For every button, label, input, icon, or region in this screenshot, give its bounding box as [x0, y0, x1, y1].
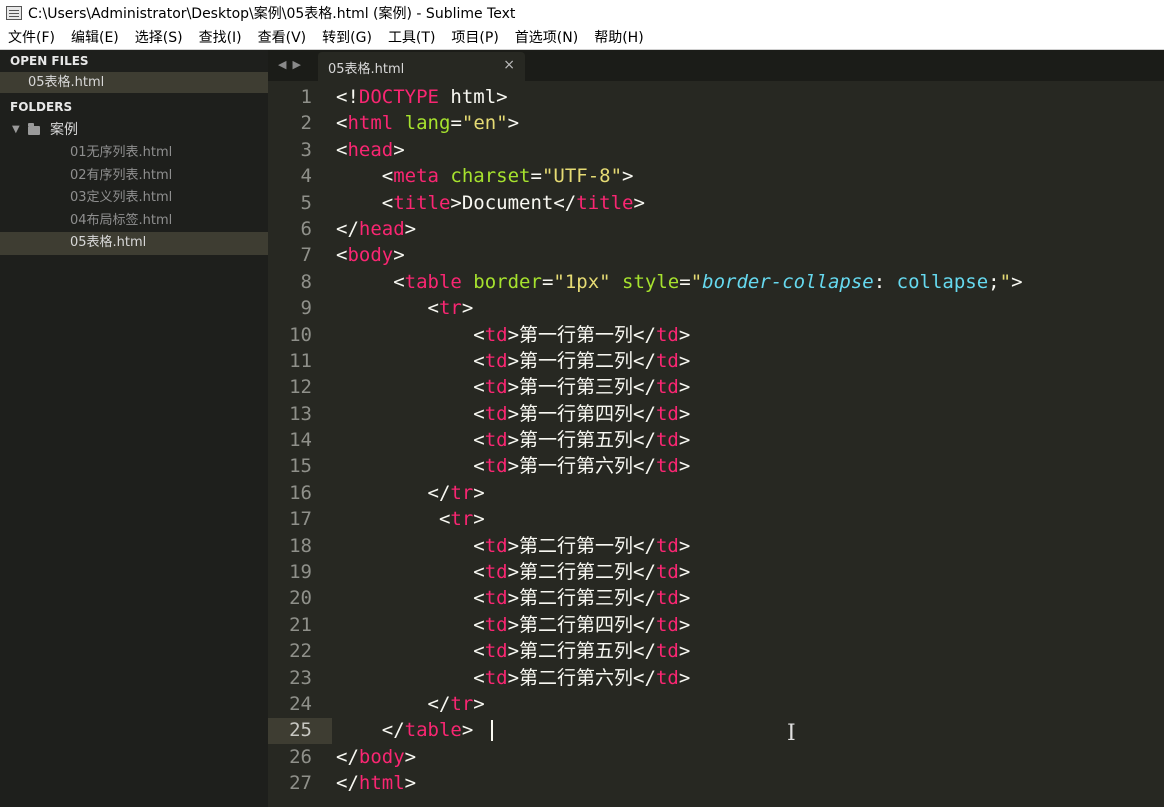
line-number: 2: [300, 112, 312, 135]
tab-bar: ◀▶ 05表格.html ×: [268, 50, 1164, 81]
line-number: 21: [289, 613, 312, 636]
line-number: 1: [300, 86, 312, 108]
code-line[interactable]: <td>第二行第一列</td>: [336, 533, 1164, 559]
code-line[interactable]: <tr>: [336, 295, 1164, 321]
line-number: 18: [289, 534, 312, 557]
line-number-gutter: 1 2 3 4 5 6 7 8 9 10 11 12 13 14 15 16 17 18 19 20 21 22 23 24 2…: [268, 84, 312, 797]
line-number: 22: [289, 640, 312, 663]
line-number: 27: [289, 772, 312, 795]
line-number: 16: [289, 481, 312, 504]
folder-label: 案例: [50, 122, 78, 138]
open-files-header: OPEN FILES: [10, 54, 89, 68]
code-line[interactable]: </table>: [336, 717, 1164, 743]
code-line[interactable]: <body>: [336, 242, 1164, 268]
line-number: 7: [300, 244, 312, 267]
sidebar-file-item[interactable]: 01无序列表.html: [0, 142, 268, 165]
code-area[interactable]: <!DOCTYPE html> <html lang="en"> <head> <m…: [336, 84, 1164, 797]
line-number: 26: [289, 745, 312, 768]
line-number: 4: [300, 165, 312, 188]
sidebar-file-item[interactable]: 04布局标签.html: [0, 210, 268, 233]
code-line[interactable]: <td>第二行第六列</td>: [336, 665, 1164, 691]
line-number: 23: [289, 666, 312, 689]
line-number: 10: [289, 323, 312, 346]
menu-view[interactable]: 查看(V): [250, 27, 315, 47]
line-number: 15: [289, 455, 312, 478]
line-number: 14: [289, 429, 312, 452]
line-number: 25: [289, 719, 312, 742]
tab-05-table[interactable]: 05表格.html ×: [318, 52, 525, 81]
menu-preferences[interactable]: 首选项(N): [507, 27, 586, 47]
folder-icon: [28, 122, 40, 135]
code-line[interactable]: <td>第二行第三列</td>: [336, 585, 1164, 611]
title-bar: C:\Users\Administrator\Desktop\案例\05表格.h…: [0, 0, 1164, 25]
menu-tools[interactable]: 工具(T): [380, 27, 443, 47]
code-line[interactable]: <meta charset="UTF-8">: [336, 163, 1164, 189]
code-line[interactable]: <table border="1px" style="border-collap…: [336, 269, 1164, 295]
text-cursor-ibeam-icon: I: [787, 721, 796, 746]
folder-item[interactable]: ▼ 案例: [0, 118, 268, 142]
code-line[interactable]: <td>第二行第四列</td>: [336, 612, 1164, 638]
menu-bar: 文件(F) 编辑(E) 选择(S) 查找(I) 查看(V) 转到(G) 工具(T…: [0, 25, 1164, 50]
line-number: 9: [300, 297, 312, 320]
menu-file[interactable]: 文件(F): [0, 27, 63, 47]
code-line[interactable]: <td>第二行第二列</td>: [336, 559, 1164, 585]
menu-goto[interactable]: 转到(G): [314, 27, 380, 47]
code-line[interactable]: </html>: [336, 770, 1164, 796]
line-number: 12: [289, 376, 312, 399]
code-line[interactable]: </head>: [336, 216, 1164, 242]
line-number: 3: [300, 138, 312, 161]
line-number: 8: [300, 270, 312, 293]
menu-help[interactable]: 帮助(H): [586, 27, 651, 47]
code-line[interactable]: <td>第一行第三列</td>: [336, 374, 1164, 400]
tab-label: 05表格.html: [328, 62, 405, 77]
code-line[interactable]: <td>第一行第四列</td>: [336, 401, 1164, 427]
menu-find[interactable]: 查找(I): [191, 27, 250, 47]
sidebar: OPEN FILES 05表格.html FOLDERS ▼ 案例 01无序列表…: [0, 50, 268, 807]
sidebar-file-item-active[interactable]: 05表格.html: [0, 232, 268, 255]
menu-project[interactable]: 项目(P): [443, 27, 506, 47]
code-line[interactable]: </tr>: [336, 480, 1164, 506]
code-line[interactable]: <head>: [336, 137, 1164, 163]
sidebar-file-item[interactable]: 02有序列表.html: [0, 165, 268, 188]
menu-edit[interactable]: 编辑(E): [63, 27, 127, 47]
code-line[interactable]: <td>第一行第一列</td>: [336, 322, 1164, 348]
line-number: 11: [289, 349, 312, 372]
line-number: 5: [300, 191, 312, 214]
code-line[interactable]: <html lang="en">: [336, 110, 1164, 136]
folders-header: FOLDERS: [10, 100, 73, 114]
code-editor[interactable]: 1 2 3 4 5 6 7 8 9 10 11 12 13 14 15 16 17 18 19 20 21 22 23 24 2…: [268, 81, 1164, 807]
code-line[interactable]: <!DOCTYPE html>: [336, 84, 1164, 110]
code-line[interactable]: <td>第一行第五列</td>: [336, 427, 1164, 453]
open-file-item[interactable]: 05表格.html: [0, 72, 268, 93]
tab-nav-arrows-icon[interactable]: ◀▶: [278, 58, 307, 71]
code-line[interactable]: </tr>: [336, 691, 1164, 717]
code-line[interactable]: <title>Document</title>: [336, 190, 1164, 216]
line-number: 19: [289, 561, 312, 584]
line-number: 24: [289, 692, 312, 715]
window-title: C:\Users\Administrator\Desktop\案例\05表格.h…: [28, 5, 516, 22]
code-line[interactable]: </body>: [336, 744, 1164, 770]
close-icon[interactable]: ×: [503, 57, 515, 73]
code-line[interactable]: <td>第一行第二列</td>: [336, 348, 1164, 374]
line-number: 13: [289, 402, 312, 425]
line-number: 20: [289, 587, 312, 610]
menu-selection[interactable]: 选择(S): [127, 27, 191, 47]
expand-triangle-icon[interactable]: ▼: [12, 118, 28, 142]
code-line[interactable]: <tr>: [336, 506, 1164, 532]
line-number: 6: [300, 217, 312, 240]
line-number: 17: [289, 508, 312, 531]
sublime-app-icon: [6, 5, 22, 20]
sidebar-file-item[interactable]: 03定义列表.html: [0, 187, 268, 210]
code-line[interactable]: <td>第一行第六列</td>: [336, 453, 1164, 479]
code-line[interactable]: <td>第二行第五列</td>: [336, 638, 1164, 664]
